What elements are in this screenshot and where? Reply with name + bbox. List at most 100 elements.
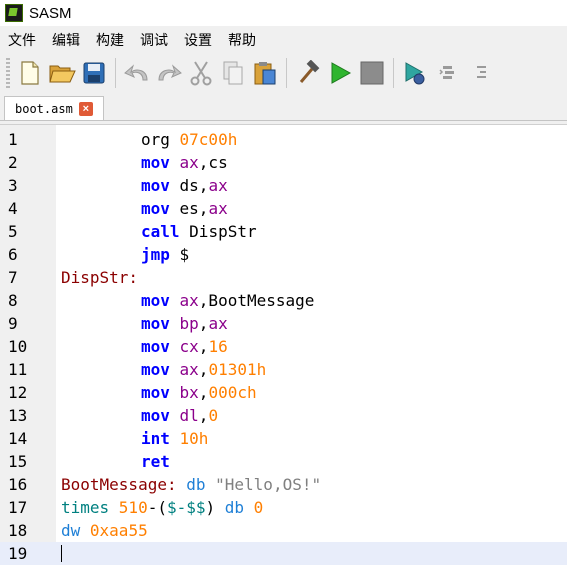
code-token: bp: [179, 314, 199, 333]
line-number: 5: [8, 222, 18, 241]
menu-edit[interactable]: 编辑: [44, 30, 88, 50]
toolbar-separator: [393, 58, 394, 88]
line-number: 15: [8, 452, 28, 471]
line-number: 3: [8, 176, 18, 195]
code-token: ax: [208, 176, 228, 195]
line-number: 17: [8, 498, 28, 517]
step-into-icon: [477, 66, 486, 78]
debug-button[interactable]: [399, 57, 431, 89]
code-line[interactable]: 5 call DispStr: [0, 220, 567, 243]
code-line[interactable]: 14 int 10h: [0, 427, 567, 450]
code-token: "Hello,OS!": [215, 475, 322, 494]
code-line[interactable]: 7 DispStr:: [0, 266, 567, 289]
code-line[interactable]: 15 ret: [0, 450, 567, 473]
redo-button[interactable]: [153, 57, 185, 89]
step-into-button[interactable]: [463, 57, 495, 89]
code-token: ax: [208, 314, 228, 333]
build-button[interactable]: [292, 57, 324, 89]
code-text: jmp $: [61, 243, 189, 266]
code-token: mov: [141, 314, 180, 333]
code-text: org 07c00h: [61, 128, 237, 151]
code-line[interactable]: 2 mov ax,cs: [0, 151, 567, 174]
code-line[interactable]: 17 times 510-($-$$) db 0: [0, 496, 567, 519]
line-number: 6: [8, 245, 18, 264]
code-token: mov: [141, 406, 180, 425]
code-line[interactable]: 1 org 07c00h: [0, 128, 567, 151]
line-number: 16: [8, 475, 28, 494]
code-text: mov ax,01301h: [61, 358, 266, 381]
code-line[interactable]: 19: [0, 542, 567, 565]
toolbar-separator: [115, 58, 116, 88]
code-text: BootMessage: db "Hello,OS!": [61, 473, 321, 496]
code-token: int: [141, 429, 180, 448]
save-file-button[interactable]: [78, 57, 110, 89]
code-token: $-$$: [166, 498, 206, 517]
code-text: mov ds,ax: [61, 174, 228, 197]
hammer-icon: [299, 60, 320, 83]
code-line[interactable]: 12 mov bx,000ch: [0, 381, 567, 404]
close-icon[interactable]: ×: [78, 101, 93, 116]
new-file-button[interactable]: [14, 57, 46, 89]
toolbar-grip[interactable]: [6, 58, 10, 88]
line-number: 9: [8, 314, 18, 333]
code-token: dl: [179, 406, 199, 425]
menu-file[interactable]: 文件: [0, 30, 44, 50]
code-text: mov es,ax: [61, 197, 228, 220]
code-line[interactable]: 3 mov ds,ax: [0, 174, 567, 197]
menu-help[interactable]: 帮助: [220, 30, 264, 50]
paste-button[interactable]: [249, 57, 281, 89]
menu-build[interactable]: 构建: [88, 30, 132, 50]
copy-button[interactable]: [217, 57, 249, 89]
code-token: -(: [147, 498, 167, 517]
code-token: ,cs: [198, 153, 228, 172]
code-token: mov: [141, 291, 180, 310]
code-line[interactable]: 4 mov es,ax: [0, 197, 567, 220]
open-file-button[interactable]: [46, 57, 78, 89]
tab-boot-asm[interactable]: boot.asm ×: [4, 96, 104, 120]
code-token: db: [224, 498, 254, 517]
code-token: mov: [141, 153, 180, 172]
menu-debug[interactable]: 调试: [132, 30, 176, 50]
title-bar: SASM: [0, 0, 567, 26]
stop-icon: [360, 61, 384, 85]
tab-label: boot.asm: [15, 101, 73, 116]
code-token: call: [141, 222, 190, 241]
line-number: 14: [8, 429, 28, 448]
undo-icon: [124, 64, 148, 81]
code-token: ax: [179, 153, 199, 172]
code-token: mov: [141, 360, 180, 379]
code-line[interactable]: 9 mov bp,ax: [0, 312, 567, 335]
code-line[interactable]: 6 jmp $: [0, 243, 567, 266]
code-line[interactable]: 8 mov ax,BootMessage: [0, 289, 567, 312]
code-text: ret: [61, 450, 170, 473]
code-token: times: [61, 498, 119, 517]
stop-button[interactable]: [356, 57, 388, 89]
run-button[interactable]: [324, 57, 356, 89]
code-line[interactable]: 11 mov ax,01301h: [0, 358, 567, 381]
code-line[interactable]: 10 mov cx,16: [0, 335, 567, 358]
undo-button[interactable]: [121, 57, 153, 89]
code-token: ,: [198, 337, 209, 356]
code-token: 0: [253, 498, 264, 517]
code-token: ax: [179, 291, 199, 310]
menu-bar: 文件 编辑 构建 调试 设置 帮助: [0, 28, 567, 52]
play-icon: [331, 62, 352, 84]
menu-settings[interactable]: 设置: [176, 30, 220, 50]
code-token: dw: [61, 521, 90, 540]
code-token: ,: [198, 406, 209, 425]
code-token: mov: [141, 383, 180, 402]
code-editor[interactable]: 1 org 07c00h 2 mov ax,cs 3 mov ds,ax 4 mov es,a…: [0, 124, 567, 565]
code-line[interactable]: 16 BootMessage: db "Hello,OS!": [0, 473, 567, 496]
step-over-button[interactable]: [431, 57, 463, 89]
code-line[interactable]: 13 mov dl,0: [0, 404, 567, 427]
code-token: mov: [141, 337, 180, 356]
line-number: 4: [8, 199, 18, 218]
new-file-icon: [21, 61, 39, 85]
cut-button[interactable]: [185, 57, 217, 89]
code-line[interactable]: 18 dw 0xaa55: [0, 519, 567, 542]
code-token: ,: [198, 383, 209, 402]
copy-icon: [223, 61, 243, 85]
code-text: mov bp,ax: [61, 312, 228, 335]
save-icon: [83, 62, 105, 84]
code-token: ,: [198, 360, 209, 379]
